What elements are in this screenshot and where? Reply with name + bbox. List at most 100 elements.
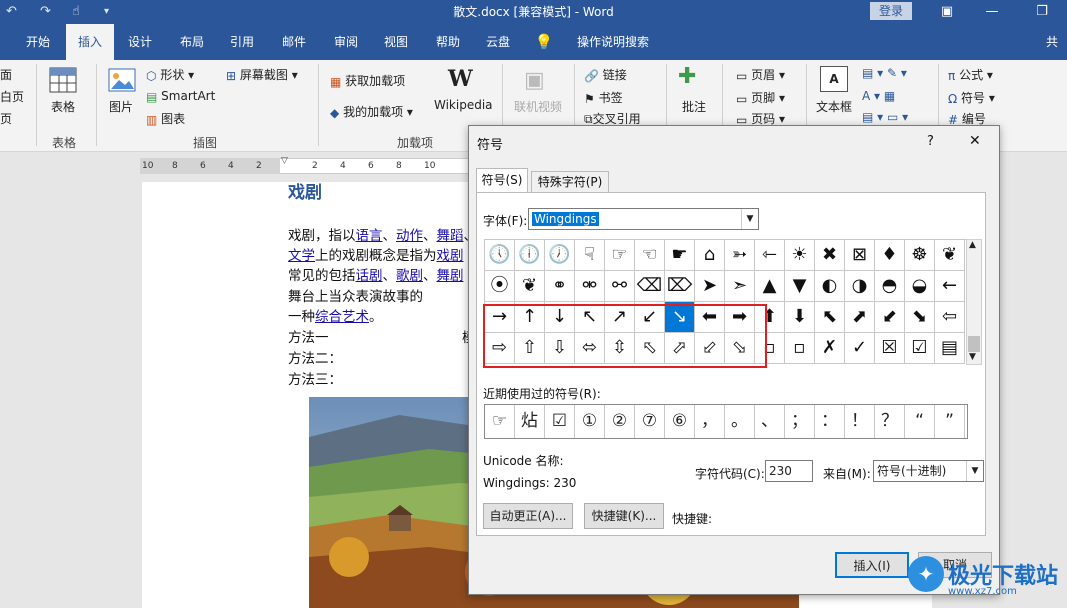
cover-page-button[interactable]: 面: [0, 66, 12, 83]
recent-symbol-cell[interactable]: ！: [845, 405, 875, 438]
symbol-cell[interactable]: ☛: [665, 240, 695, 271]
get-addins-button[interactable]: ▦ 获取加载项: [330, 72, 405, 89]
symbol-cell[interactable]: ➳: [725, 240, 755, 271]
symbol-cell[interactable]: ⬉: [815, 302, 845, 333]
recent-symbol-cell[interactable]: ”: [935, 405, 965, 438]
symbol-cell[interactable]: ◐: [815, 271, 845, 302]
symbol-cell[interactable]: ⌦: [665, 271, 695, 302]
tab-home[interactable]: 开始: [18, 24, 58, 60]
wikipedia-button[interactable]: Wikipedia: [434, 98, 493, 112]
wordart-icon[interactable]: A ▾ ▦: [862, 89, 895, 103]
symbol-cell[interactable]: ▫: [785, 333, 815, 364]
symbol-cell[interactable]: ◓: [875, 271, 905, 302]
symbol-cell[interactable]: ☀: [785, 240, 815, 271]
symbol-cell[interactable]: 🕕: [515, 240, 545, 271]
autocorrect-button[interactable]: 自动更正(A)...: [483, 503, 573, 529]
tab-symbols[interactable]: 符号(S): [476, 168, 528, 192]
tab-mailings[interactable]: 邮件: [274, 24, 314, 60]
symbol-cell[interactable]: ⬋: [875, 302, 905, 333]
link-comprehensive-art[interactable]: 综合艺术: [315, 309, 369, 325]
tell-me-search[interactable]: 操作说明搜索: [558, 24, 668, 60]
my-addins-button[interactable]: ◆ 我的加载项 ▾: [330, 103, 413, 120]
tab-design[interactable]: 设计: [120, 24, 160, 60]
minimize-button[interactable]: —: [970, 0, 1014, 24]
symbol-cell[interactable]: ➤: [695, 271, 725, 302]
symbol-cell[interactable]: ✗: [815, 333, 845, 364]
tab-references[interactable]: 引用: [222, 24, 262, 60]
tab-special-chars[interactable]: 特殊字符(P): [531, 171, 609, 192]
link-dance[interactable]: 舞蹈: [437, 228, 464, 244]
insert-button[interactable]: 插入(I): [835, 552, 909, 578]
symbol-cell[interactable]: ⇦: [935, 302, 965, 333]
tab-insert[interactable]: 插入: [66, 24, 114, 60]
symbol-cell[interactable]: ➣: [725, 271, 755, 302]
symbol-cell[interactable]: ◑: [845, 271, 875, 302]
scroll-down-icon[interactable]: ▼: [969, 352, 976, 362]
charcode-input[interactable]: 230: [765, 460, 813, 482]
quickparts-icon[interactable]: ▤ ▾ ✎ ▾: [862, 66, 907, 80]
symbol-cell[interactable]: ⇽: [755, 240, 785, 271]
recent-symbol-cell[interactable]: ：: [815, 405, 845, 438]
picture-button[interactable]: 图片: [109, 98, 133, 115]
symbol-cell[interactable]: ⦿: [485, 271, 515, 302]
recent-symbol-cell[interactable]: ☑: [545, 405, 575, 438]
maximize-button[interactable]: ❐: [1020, 0, 1064, 24]
page-break-button[interactable]: 页: [0, 110, 12, 127]
symbol-cell[interactable]: ⌫: [635, 271, 665, 302]
symbol-cell[interactable]: ⬊: [905, 302, 935, 333]
help-button[interactable]: ?: [927, 134, 934, 149]
symbol-cell[interactable]: ☜: [635, 240, 665, 271]
symbol-cell[interactable]: ⬇: [785, 302, 815, 333]
symbol-cell[interactable]: ✖: [815, 240, 845, 271]
recent-symbol-cell[interactable]: ？: [875, 405, 905, 438]
scroll-up-icon[interactable]: ▲: [969, 240, 976, 250]
smartart-button[interactable]: ▤ SmartArt: [146, 89, 215, 104]
chart-button[interactable]: ▥ 图表: [146, 110, 185, 127]
symbol-cell[interactable]: ♦: [875, 240, 905, 271]
header-button[interactable]: ▭ 页眉 ▾: [736, 66, 785, 83]
recent-symbol-cell[interactable]: 炶: [515, 405, 545, 438]
tab-layout[interactable]: 布局: [172, 24, 212, 60]
formula-button[interactable]: π 公式 ▾: [948, 66, 993, 83]
indent-marker-icon[interactable]: ▽: [281, 156, 288, 166]
symbol-cell[interactable]: ☟: [575, 240, 605, 271]
link-action[interactable]: 动作: [396, 228, 423, 244]
recent-symbol-cell[interactable]: ，: [695, 405, 725, 438]
link-ballet[interactable]: 舞剧: [437, 268, 464, 284]
symbol-cell[interactable]: ⊠: [845, 240, 875, 271]
comment-icon[interactable]: ✚: [678, 64, 696, 89]
link-drama[interactable]: 戏剧: [437, 248, 464, 264]
screenshot-button[interactable]: ⊞ 屏幕截图 ▾: [226, 66, 298, 83]
tab-review[interactable]: 审阅: [326, 24, 366, 60]
table-button[interactable]: 表格: [51, 98, 75, 115]
symbol-cell[interactable]: ⬈: [845, 302, 875, 333]
recent-symbol-cell[interactable]: ②: [605, 405, 635, 438]
symbol-cell[interactable]: ✓: [845, 333, 875, 364]
shapes-button[interactable]: ⬡ 形状 ▾: [146, 66, 194, 83]
footer-button[interactable]: ▭ 页脚 ▾: [736, 89, 785, 106]
symbol-cell[interactable]: ▲: [755, 271, 785, 302]
symbol-cell[interactable]: ←: [935, 271, 965, 302]
font-select[interactable]: Wingdings: [528, 208, 759, 230]
symbol-cell[interactable]: ⚭: [545, 271, 575, 302]
scroll-thumb[interactable]: [968, 336, 980, 352]
link-language[interactable]: 语言: [356, 228, 383, 244]
grid-scrollbar[interactable]: ▲ ▼: [966, 239, 982, 365]
textbox-button[interactable]: 文本框: [816, 98, 852, 115]
recent-symbol-cell[interactable]: 、: [755, 405, 785, 438]
dropcap-icon[interactable]: ▤ ▾ ▭ ▾: [862, 110, 908, 124]
tab-cloud[interactable]: 云盘: [478, 24, 518, 60]
symbol-cell[interactable]: ☒: [875, 333, 905, 364]
symbol-cell[interactable]: ⌂: [695, 240, 725, 271]
chevron-down-icon[interactable]: ▼: [966, 461, 983, 481]
tab-help[interactable]: 帮助: [428, 24, 468, 60]
shortcut-key-button[interactable]: 快捷键(K)...: [584, 503, 664, 529]
symbol-cell[interactable]: ⚯: [605, 271, 635, 302]
recent-symbol-cell[interactable]: ☞: [485, 405, 515, 438]
share-button[interactable]: 共: [1038, 24, 1066, 60]
symbol-cell[interactable]: ❦: [515, 271, 545, 302]
symbol-cell[interactable]: ☸: [905, 240, 935, 271]
link-play[interactable]: 话剧: [356, 268, 383, 284]
symbol-cell[interactable]: ◒: [905, 271, 935, 302]
recent-symbol-cell[interactable]: ；: [785, 405, 815, 438]
